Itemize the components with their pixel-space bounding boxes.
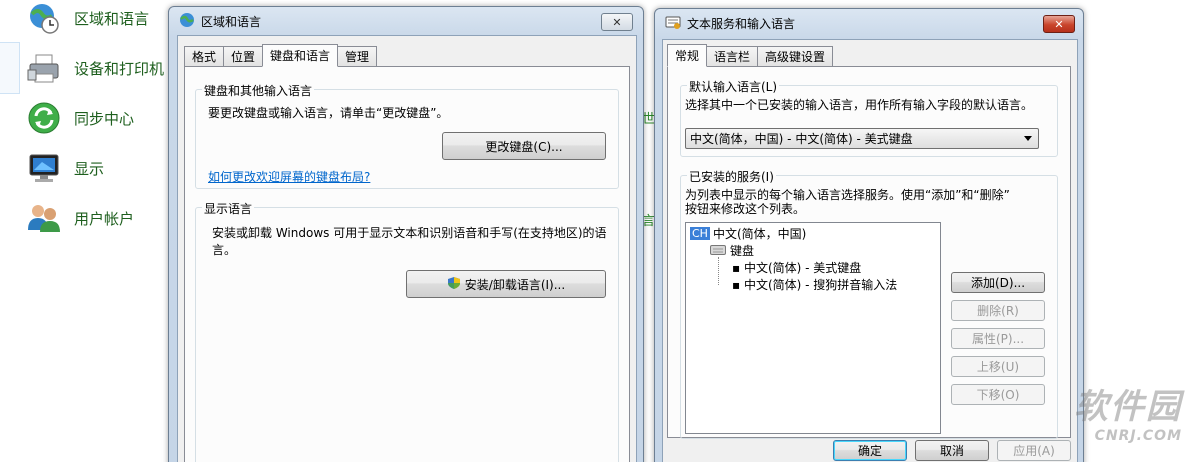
keyboard-description: 要更改键盘或输入语言，请单击“更改键盘”。 [208,106,449,120]
tab-advanced-key-settings[interactable]: 高级键设置 [757,46,834,66]
sync-icon [26,100,62,136]
globe-icon [179,12,195,31]
titlebar: 区域和语言 [169,7,643,35]
installed-services-description-cont: 按钮来修改这个列表。 [685,202,806,216]
ok-button[interactable]: 确定 [833,440,907,461]
watermark-sub: CNRJ.COM [1094,428,1182,444]
region-language-dialog: 区域和语言 ✕ 格式 位置 键盘和语言 管理 键盘和其他输入语言 要更改键盘或输… [168,6,644,462]
default-language-description: 选择其中一个已安装的输入语言，用作所有输入字段的默认语言。 [685,98,1034,112]
printer-icon [26,50,62,86]
bullet: ▪ [732,261,744,275]
move-up-button[interactable]: 上移(U) [951,356,1045,377]
tree-node-service[interactable]: ▪ 中文(简体) - 搜狗拼音输入法 [732,276,897,293]
tab-administrative[interactable]: 管理 [337,46,378,66]
watermark-main: 软件园 [1074,387,1182,427]
installed-services-group: 已安装的服务(I) 为列表中显示的每个输入语言选择服务。使用“添加”和“删除” … [680,168,1058,439]
selection-highlight [0,42,20,94]
titlebar: 文本服务和输入语言 [655,9,1083,37]
tab-general[interactable]: 常规 [667,44,708,67]
change-keyboards-button[interactable]: 更改键盘(C)... [442,132,606,160]
tab-location[interactable]: 位置 [223,46,264,66]
tab-panel: 键盘和其他输入语言 要更改键盘或输入语言，请单击“更改键盘”。 更改键盘(C).… [184,66,630,462]
tree-node-label: 中文(简体) - 美式键盘 [743,261,862,275]
dialog-client: 常规 语言栏 高级键设置 默认输入语言(L) 选择其中一个已安装的输入语言，用作… [662,39,1078,462]
tab-keyboards-languages[interactable]: 键盘和语言 [262,44,339,67]
tab-strip: 常规 语言栏 高级键设置 [667,44,834,67]
install-uninstall-languages-button[interactable]: 安装/卸载语言(I)... [406,270,606,298]
chevron-down-icon [1024,136,1032,141]
installed-services-tree[interactable]: CH 中文(简体，中国) 键盘 ▪ 中文(简体) - 美式键盘 ▪ 中文(简体)… [685,222,941,434]
cp-item-devices-printers[interactable]: 设备和打印机 [26,48,164,88]
tree-node-label: 键盘 [730,244,755,258]
group-label: 显示语言 [202,200,255,217]
control-panel-list: 区域和语言 设备和打印机 同步中心 显示 用户帐户 [0,0,170,462]
tree-connector [718,257,719,285]
remove-button[interactable]: 删除(R) [951,300,1045,321]
cancel-button[interactable]: 取消 [915,440,989,461]
apply-button[interactable]: 应用(A) [997,440,1071,461]
uac-shield-icon [447,276,461,293]
text-services-dialog: 文本服务和输入语言 ✕ 常规 语言栏 高级键设置 默认输入语言(L) 选择其中一… [654,8,1084,462]
tab-strip: 格式 位置 键盘和语言 管理 [184,44,378,67]
bullet: ▪ [732,278,744,292]
dialog-client: 格式 位置 键盘和语言 管理 键盘和其他输入语言 要更改键盘或输入语言，请单击“… [177,35,637,462]
default-input-language-group: 默认输入语言(L) 选择其中一个已安装的输入语言，用作所有输入字段的默认语言。 … [680,78,1058,157]
button-label: 安装/卸载语言(I)... [464,277,566,292]
tree-node-label: 中文(简体) - 搜狗拼音输入法 [743,278,898,292]
cp-item-region-language[interactable]: 区域和语言 [26,0,149,38]
cp-item-label: 区域和语言 [74,9,150,28]
group-label: 默认输入语言(L) [687,78,780,95]
watermark: 软件园 CNRJ.COM [1074,379,1182,444]
screen: 区域和语言 设备和打印机 同步中心 显示 用户帐户 世 言 区域和语言 ✕ 格式… [0,0,1194,462]
group-label: 键盘和其他输入语言 [202,82,315,99]
dropdown-value: 中文(简体，中国) - 中文(简体) - 美式键盘 [690,132,913,146]
display-language-description-cont: 言。 [212,243,237,257]
tab-language-bar[interactable]: 语言栏 [706,46,759,66]
cp-item-label: 同步中心 [74,109,135,128]
cp-item-display[interactable]: 显示 [26,148,104,188]
close-button[interactable]: ✕ [601,13,633,31]
cp-item-label: 显示 [74,159,105,178]
cp-item-label: 设备和打印机 [74,59,165,78]
move-down-button[interactable]: 下移(O) [951,384,1045,405]
tree-node-language[interactable]: CH 中文(简体，中国) [690,225,806,242]
globe-clock-icon [26,0,62,36]
display-language-group: 显示语言 安装或卸载 Windows 可用于显示文本和识别语音和手写(在支持地区… [195,200,619,462]
close-button[interactable]: ✕ [1043,15,1075,33]
keyboard-icon [710,243,726,258]
users-icon [26,200,62,236]
default-language-dropdown[interactable]: 中文(简体，中国) - 中文(简体) - 美式键盘 [685,128,1039,149]
window-title: 区域和语言 [201,14,262,29]
keyboard-group: 键盘和其他输入语言 要更改键盘或输入语言，请单击“更改键盘”。 更改键盘(C).… [195,82,619,189]
add-button[interactable]: 添加(D)... [951,272,1045,293]
tab-panel: 默认输入语言(L) 选择其中一个已安装的输入语言，用作所有输入字段的默认语言。 … [667,66,1071,439]
tree-node-service[interactable]: ▪ 中文(简体) - 美式键盘 [732,259,861,276]
keyboard-settings-icon [665,14,681,33]
monitor-icon [26,150,62,186]
group-label: 已安装的服务(I) [687,168,776,185]
window-title: 文本服务和输入语言 [687,16,796,31]
cp-item-user-accounts[interactable]: 用户帐户 [26,198,134,238]
welcome-keyboard-link[interactable]: 如何更改欢迎屏幕的键盘布局? [208,168,370,185]
tree-node-label: 中文(简体，中国) [712,227,807,241]
tree-node-keyboard[interactable]: 键盘 [710,242,754,259]
display-language-description: 安装或卸载 Windows 可用于显示文本和识别语音和手写(在支持地区)的语 [212,226,607,240]
properties-button[interactable]: 属性(P)... [951,328,1045,349]
cp-item-label: 用户帐户 [74,209,135,228]
cp-item-sync-center[interactable]: 同步中心 [26,98,134,138]
tab-formats[interactable]: 格式 [184,46,225,66]
language-badge: CH [690,227,710,240]
